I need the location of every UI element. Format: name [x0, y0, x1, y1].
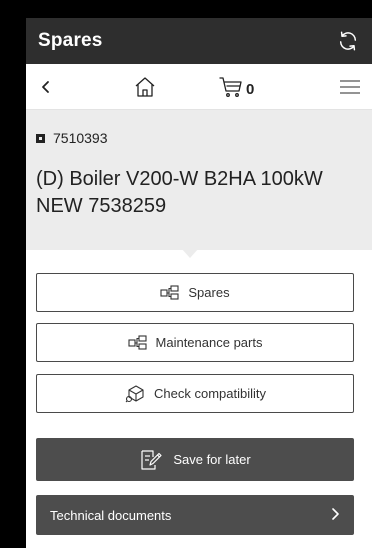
title-bar: Spares [26, 18, 372, 64]
home-icon[interactable] [131, 73, 159, 101]
save-label: Save for later [173, 452, 251, 467]
refresh-icon[interactable] [336, 29, 360, 53]
chevron-right-icon [330, 507, 340, 524]
spares-label: Spares [188, 285, 230, 300]
cart-icon [219, 77, 242, 97]
edit-note-icon [139, 449, 163, 471]
product-name: (D) Boiler V200-W B2HA 100kW NEW 7538259 [36, 168, 323, 217]
chevron-left-icon [42, 81, 49, 93]
check-compatibility-button[interactable]: Check compatibility [36, 374, 354, 413]
compatibility-box-icon [124, 384, 146, 404]
maintenance-label: Maintenance parts [155, 335, 263, 350]
nav-bar: 0 [26, 64, 372, 110]
parts-tree-icon [127, 334, 148, 351]
header-pointer [181, 248, 199, 258]
product-code: 7510393 [53, 130, 108, 146]
back-button[interactable] [34, 75, 58, 99]
app-title: Spares [38, 30, 103, 51]
maintenance-parts-button[interactable]: Maintenance parts [36, 323, 354, 362]
hamburger-menu-icon[interactable] [338, 75, 362, 99]
product-header: 7510393 (D) Boiler V200-W B2HA 100kW NEW… [26, 110, 372, 250]
compat-label: Check compatibility [154, 386, 266, 401]
spares-button[interactable]: Spares [36, 273, 354, 312]
save-for-later-button[interactable]: Save for later [36, 438, 354, 481]
app-frame: Spares 0 7510393 (D) Boiler V200-W B2HA … [26, 18, 372, 548]
technical-documents-button[interactable]: Technical documents [36, 495, 354, 535]
tech-docs-label: Technical documents [50, 507, 172, 523]
cart-button[interactable]: 0 [218, 73, 254, 101]
product-square-icon [36, 133, 45, 143]
parts-tree-icon [160, 284, 180, 301]
product-code-row: 7510393 [36, 130, 108, 146]
cart-count: 0 [246, 80, 255, 98]
